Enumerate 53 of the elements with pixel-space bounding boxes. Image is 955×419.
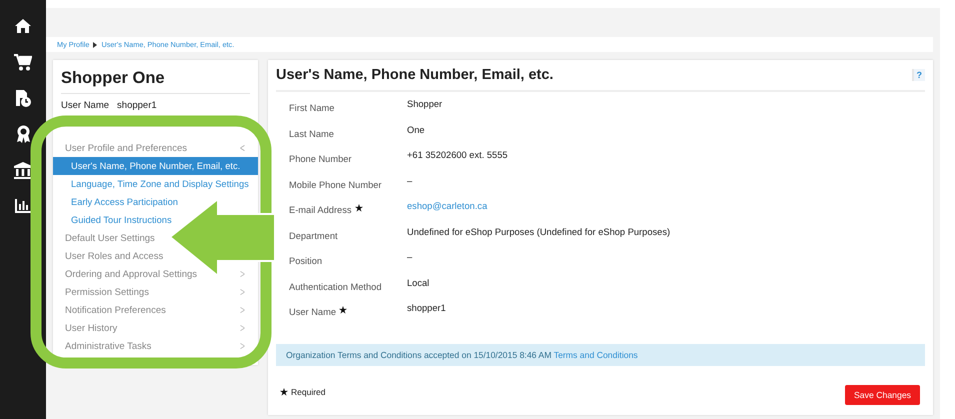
help-button[interactable]: ?: [912, 69, 925, 81]
chevron-icon[interactable]: <: [240, 141, 245, 155]
chevron-icon[interactable]: >: [240, 339, 245, 353]
field-label: User Name: [289, 307, 336, 317]
menu-item[interactable]: Permission Settings: [65, 286, 149, 298]
submenu-item[interactable]: User's Name, Phone Number, Email, etc.: [53, 157, 258, 175]
field-label: Mobile Phone Number: [289, 180, 382, 190]
menu-item[interactable]: Default User Settings: [65, 232, 155, 244]
breadcrumb-arrow-icon: [93, 42, 98, 48]
submenu-item[interactable]: Early Access Participation: [53, 193, 178, 211]
email-link[interactable]: eshop@carleton.ca: [407, 201, 488, 211]
field-label: E-mail Address: [289, 205, 352, 215]
field-label: Last Name: [289, 128, 334, 138]
field-value: Local: [407, 278, 430, 288]
field-value: –: [407, 176, 412, 186]
bank-icon[interactable]: [14, 162, 32, 178]
cart-icon[interactable]: [14, 54, 32, 70]
field-value: Shopper: [407, 99, 442, 109]
field-label: First Name: [289, 103, 334, 113]
bar-chart-icon[interactable]: [15, 199, 31, 213]
home-icon[interactable]: [14, 18, 32, 34]
profile-name: Shopper One: [61, 66, 250, 94]
field-value: Undefined for eShop Purposes (Undefined for eShop Purposes): [407, 226, 670, 236]
terms-notice: Organization Terms and Conditions accepted on 15/10/2015 8:46 AM Terms and Conditions: [276, 344, 925, 366]
field-label: Phone Number: [289, 154, 352, 164]
field-value: +61 35202600 ext. 5555: [407, 150, 508, 160]
user-name-label: User Name: [61, 100, 110, 111]
save-changes-button[interactable]: Save Changes: [845, 384, 920, 404]
menu-item[interactable]: Administrative Tasks: [65, 340, 152, 352]
menu-item[interactable]: User Roles and Access: [65, 250, 164, 262]
chevron-icon[interactable]: >: [240, 267, 245, 281]
chevron-icon[interactable]: >: [240, 321, 245, 335]
submenu-item[interactable]: Language, Time Zone and Display Settings: [53, 175, 249, 193]
chevron-icon[interactable]: >: [240, 303, 245, 317]
menu-item[interactable]: User History: [65, 322, 118, 334]
submenu-item[interactable]: Guided Tour Instructions: [53, 211, 172, 229]
menu-item[interactable]: Ordering and Approval Settings: [65, 268, 198, 280]
chevron-icon[interactable]: >: [240, 285, 245, 299]
required-star-icon: [280, 388, 288, 396]
field-value: One: [407, 124, 425, 134]
form-title: User's Name, Phone Number, Email, etc.: [276, 67, 554, 83]
user-name-value: shopper1: [117, 100, 157, 111]
award-ribbon-icon[interactable]: [16, 125, 30, 143]
field-value: –: [407, 252, 412, 262]
field-label: Position: [289, 256, 322, 266]
menu-item[interactable]: Notification Preferences: [65, 304, 166, 316]
required-note: Required: [291, 387, 326, 397]
terms-link[interactable]: Terms and Conditions: [554, 350, 638, 360]
menu-item[interactable]: User Profile and Preferences: [65, 142, 187, 154]
document-clock-icon[interactable]: [14, 88, 32, 108]
field-value: shopper1: [407, 303, 446, 313]
field-label: Department: [289, 230, 338, 240]
field-label: Authentication Method: [289, 282, 382, 292]
